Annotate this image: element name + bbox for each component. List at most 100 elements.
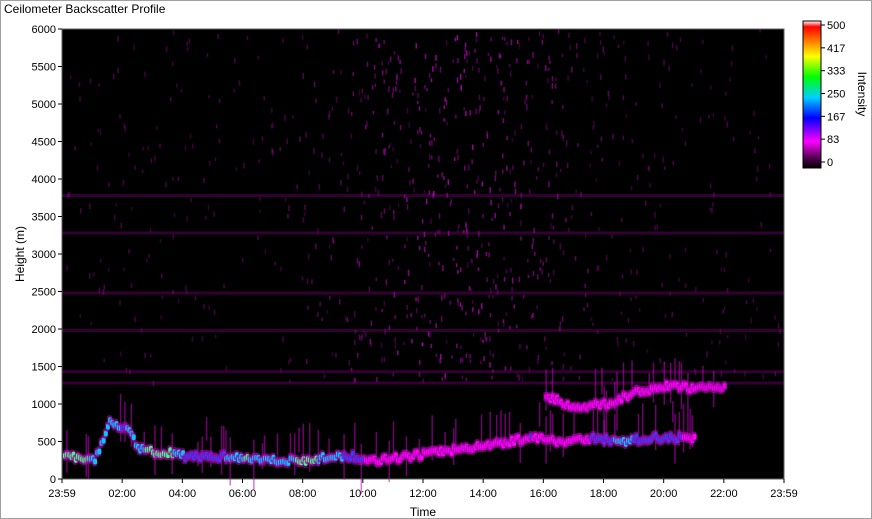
noise-speck	[103, 284, 106, 290]
noise-speck	[459, 73, 462, 80]
noise-speck	[413, 188, 415, 193]
colorbar-tick-label: 167	[827, 111, 845, 123]
y-tick-label: 500	[38, 437, 56, 449]
noise-speck	[425, 240, 427, 245]
noise-speck	[335, 96, 338, 103]
noise-speck	[724, 92, 727, 96]
noise-speck	[532, 271, 535, 276]
noise-speck	[356, 38, 359, 45]
noise-speck	[466, 184, 469, 189]
noise-speck	[412, 92, 414, 96]
colorbar-tick-label: 500	[827, 20, 845, 32]
noise-speck	[471, 307, 474, 313]
noise-speck	[505, 312, 508, 317]
noise-speck	[487, 52, 490, 57]
noise-speck	[497, 321, 500, 327]
noise-speck	[491, 375, 493, 380]
noise-speck	[208, 305, 210, 310]
noise-speck	[375, 148, 377, 154]
noise-speck	[774, 315, 776, 320]
noise-speck	[444, 184, 447, 188]
noise-speck	[400, 68, 402, 75]
noise-speck	[403, 341, 405, 346]
noise-speck	[481, 181, 484, 187]
noise-speck	[601, 157, 604, 162]
noise-speck	[456, 35, 459, 41]
noise-speck	[579, 354, 581, 360]
colorbar	[802, 20, 822, 169]
noise-speck	[706, 351, 708, 357]
noise-speck	[502, 169, 504, 174]
noise-speck	[567, 75, 569, 81]
noise-speck	[89, 203, 91, 209]
noise-speck	[98, 83, 100, 87]
noise-speck	[709, 85, 712, 90]
noise-speck	[343, 206, 346, 212]
x-tick-label: 06:00	[229, 488, 257, 500]
noise-speck	[684, 283, 687, 288]
noise-speck	[410, 139, 412, 145]
noise-speck	[99, 259, 102, 263]
noise-speck	[223, 284, 225, 289]
noise-speck	[592, 322, 594, 326]
noise-speck	[418, 245, 421, 251]
noise-speck	[555, 83, 557, 89]
noise-speck	[435, 63, 437, 69]
noise-speck	[392, 372, 394, 377]
noise-speck	[159, 239, 162, 243]
noise-speck	[374, 83, 377, 88]
noise-speck	[635, 102, 637, 106]
noise-speck	[408, 167, 410, 172]
noise-speck	[141, 169, 144, 173]
noise-speck	[600, 40, 602, 45]
noise-speck	[279, 147, 281, 152]
x-tick-label: 16:00	[530, 488, 558, 500]
noise-speck	[756, 307, 758, 312]
noise-speck	[225, 365, 228, 371]
noise-speck	[421, 219, 424, 224]
noise-speck	[492, 279, 495, 285]
noise-speck	[502, 153, 504, 159]
noise-speck	[352, 91, 355, 97]
noise-speck	[669, 254, 671, 259]
noise-speck	[621, 218, 623, 223]
noise-speck	[177, 176, 180, 181]
noise-speck	[492, 353, 495, 358]
noise-speck	[488, 252, 490, 258]
noise-speck	[654, 212, 656, 218]
noise-speck	[419, 127, 421, 132]
noise-speck	[521, 377, 524, 382]
noise-speck	[332, 237, 335, 243]
noise-speck	[598, 226, 600, 231]
noise-speck	[547, 77, 549, 84]
noise-speck	[681, 127, 684, 132]
noise-speck	[532, 52, 534, 58]
noise-speck	[103, 358, 105, 363]
noise-speck	[258, 159, 260, 163]
noise-speck	[465, 223, 467, 229]
noise-speck	[417, 296, 419, 303]
noise-speck	[301, 35, 304, 40]
x-tick-label: 23:59	[48, 488, 76, 500]
noise-speck	[532, 237, 534, 244]
noise-speck	[625, 338, 627, 343]
noise-speck	[346, 187, 349, 192]
layer-streak	[302, 423, 305, 461]
noise-speck	[144, 353, 146, 358]
noise-speck	[74, 146, 76, 151]
noise-speck	[458, 224, 460, 228]
noise-speck	[177, 298, 180, 304]
noise-speck	[128, 248, 130, 254]
noise-speck	[465, 353, 468, 358]
noise-speck	[510, 267, 512, 273]
noise-speck	[635, 295, 637, 299]
noise-speck	[476, 249, 479, 255]
noise-speck	[502, 118, 505, 124]
noise-speck	[394, 315, 396, 320]
noise-speck	[90, 142, 92, 146]
noise-speck	[530, 148, 533, 153]
noise-speck	[526, 103, 528, 110]
noise-speck	[506, 165, 508, 171]
noise-speck	[659, 203, 662, 208]
noise-speck	[417, 100, 419, 105]
